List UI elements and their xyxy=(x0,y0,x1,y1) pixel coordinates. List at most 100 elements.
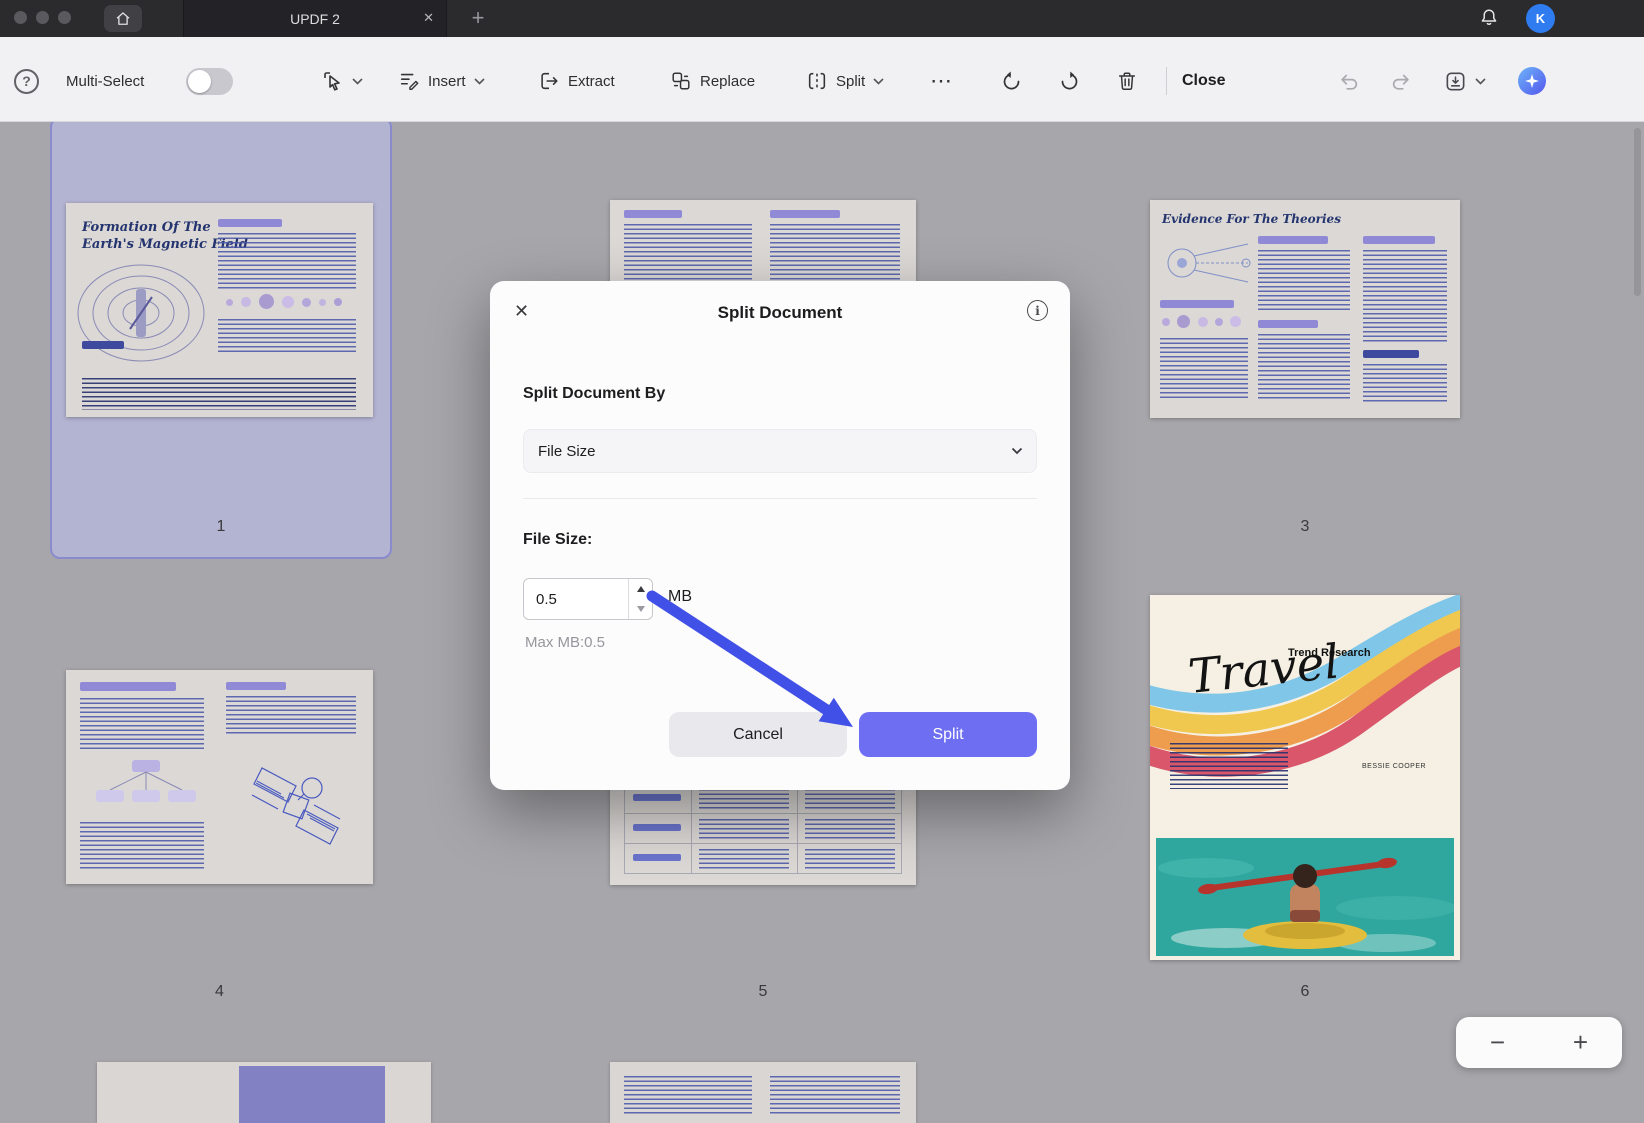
tab-updf2[interactable]: UPDF 2 ✕ xyxy=(183,0,447,37)
bell-icon xyxy=(1481,9,1497,25)
page-1-number: 1 xyxy=(216,518,226,535)
ai-icon xyxy=(1518,67,1546,95)
cursor-icon xyxy=(324,72,340,91)
page3-heading-chip xyxy=(1258,320,1318,328)
replace-button[interactable]: Replace xyxy=(670,63,755,99)
extract-icon xyxy=(541,72,558,90)
split-tool-button[interactable]: Split xyxy=(806,63,884,99)
spinner-down-button[interactable] xyxy=(629,599,652,619)
page-4-number: 4 xyxy=(215,983,224,1000)
back-arrow-icon xyxy=(1341,74,1358,90)
split-button[interactable]: Split xyxy=(859,712,1037,757)
page1-text-lines xyxy=(218,233,356,289)
split-document-dialog: ✕ Split Document i Split Document By Fil… xyxy=(490,281,1070,790)
zoom-in-button[interactable]: + xyxy=(1573,1027,1588,1058)
save-icon xyxy=(1446,72,1465,90)
chevron-down-icon xyxy=(473,77,485,85)
multi-select-toggle[interactable] xyxy=(186,63,233,99)
forward-arrow-icon xyxy=(1392,74,1409,90)
chevron-down-icon xyxy=(873,77,884,85)
page3-subheading-chip xyxy=(1363,350,1419,358)
delete-button[interactable] xyxy=(1116,63,1138,99)
page-thumbnail-7-partial[interactable] xyxy=(97,1062,431,1123)
insert-button[interactable]: Insert xyxy=(398,63,485,99)
page3-heading-chip xyxy=(1160,300,1234,308)
cancel-button[interactable]: Cancel xyxy=(669,712,847,757)
close-label: Close xyxy=(1182,72,1226,89)
page-thumbnail-1[interactable]: Formation Of The Earth's Magnetic Field xyxy=(66,203,373,417)
redo-icon xyxy=(1061,71,1078,89)
toggle-knob xyxy=(188,69,211,93)
select-tool-button[interactable] xyxy=(322,63,363,99)
extract-label: Extract xyxy=(568,72,615,90)
multi-select-label: Multi-Select xyxy=(66,72,145,90)
page-thumbnail-8-partial[interactable] xyxy=(610,1062,916,1123)
replace-icon xyxy=(672,72,690,90)
tab-close-icon[interactable]: ✕ xyxy=(423,10,434,26)
titlebar: UPDF 2 ✕ + K xyxy=(0,0,1644,37)
traffic-lights[interactable] xyxy=(14,11,71,24)
page8-text-lines xyxy=(624,1076,752,1116)
magazine-author: BESSIE COOPER xyxy=(1362,763,1427,770)
page3-text-lines xyxy=(1160,338,1248,400)
page-thumbnail-4[interactable] xyxy=(66,670,373,884)
page-thumbnail-3[interactable]: Evidence For The Theories xyxy=(1150,200,1460,418)
toggle-track xyxy=(186,67,233,95)
dialog-title: Split Document xyxy=(717,303,843,322)
dialog-divider xyxy=(523,498,1037,499)
file-size-input[interactable] xyxy=(524,579,628,619)
help-button[interactable]: ? xyxy=(14,63,39,99)
page-6-number: 6 xyxy=(1300,983,1310,1000)
notifications-button[interactable] xyxy=(1478,7,1500,34)
page4-heading-chip xyxy=(80,682,176,691)
spinner-up-button[interactable] xyxy=(629,579,652,599)
toolbar-divider xyxy=(1166,67,1167,95)
new-tab-button[interactable]: + xyxy=(464,4,492,32)
split-by-heading: Split Document By xyxy=(523,385,666,402)
home-button[interactable] xyxy=(104,5,142,32)
satellite-illustration xyxy=(251,767,341,845)
vertical-scrollbar[interactable] xyxy=(1634,128,1641,296)
more-button[interactable]: ⋯ xyxy=(930,63,953,99)
redo-button[interactable] xyxy=(1058,63,1081,99)
page1-text-lines xyxy=(218,319,356,353)
page-3-number: 3 xyxy=(1300,518,1310,535)
page3-text-lines xyxy=(1363,364,1447,402)
page3-text-lines xyxy=(1258,250,1350,310)
page4-text-lines xyxy=(226,696,356,736)
page5-table xyxy=(624,782,902,874)
kayak-photo xyxy=(1156,838,1454,956)
undo-button[interactable] xyxy=(1000,63,1023,99)
close-button[interactable]: Close xyxy=(1182,63,1226,99)
save-button[interactable] xyxy=(1444,63,1486,99)
page3-text-lines xyxy=(1363,250,1447,342)
avatar[interactable]: K xyxy=(1526,4,1555,33)
history-back-button[interactable] xyxy=(1338,63,1360,99)
tab-title: UPDF 2 xyxy=(290,10,340,27)
insert-label: Insert xyxy=(428,72,466,90)
spinner-steppers xyxy=(628,579,652,619)
split-icon xyxy=(808,72,826,90)
trash-icon xyxy=(1118,72,1136,90)
page4-text-lines xyxy=(80,698,204,752)
file-size-spinner xyxy=(523,578,653,620)
page2-heading-chip xyxy=(624,210,682,218)
orbit-diagram xyxy=(1167,243,1251,283)
zoom-out-button[interactable]: − xyxy=(1490,1027,1505,1058)
history-forward-button[interactable] xyxy=(1390,63,1412,99)
max-size-hint: Max MB:0.5 xyxy=(525,634,606,651)
ai-assistant-button[interactable] xyxy=(1518,63,1546,99)
page-thumbnail-6[interactable]: Trend Research Travel BESSIE COOPER xyxy=(1150,595,1460,960)
page4-heading-chip xyxy=(226,682,286,690)
page-5-number: 5 xyxy=(758,983,768,1000)
page1-text-lines xyxy=(82,378,356,410)
split-by-dropdown[interactable]: File Size xyxy=(523,429,1037,473)
undo-icon xyxy=(1003,71,1020,89)
page1-heading-chip xyxy=(218,219,282,227)
extract-button[interactable]: Extract xyxy=(538,63,615,99)
help-icon: ? xyxy=(14,68,39,94)
page3-heading-chip xyxy=(1363,236,1435,244)
replace-label: Replace xyxy=(700,72,756,90)
page1-subheading-chip xyxy=(82,341,124,349)
info-icon[interactable]: i xyxy=(1027,300,1048,321)
